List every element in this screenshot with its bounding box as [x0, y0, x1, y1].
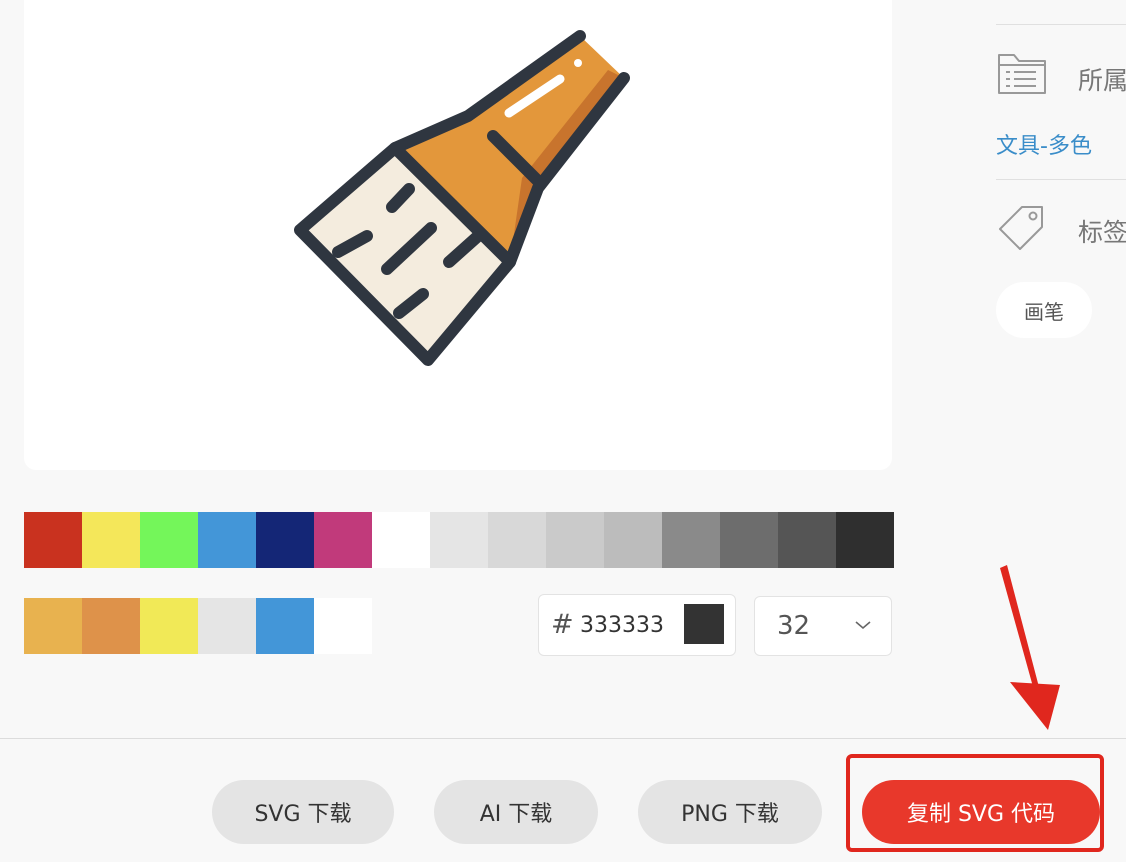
- hex-value[interactable]: 333333: [580, 613, 664, 638]
- color-swatch[interactable]: [198, 512, 256, 568]
- color-swatch[interactable]: [256, 512, 314, 568]
- color-swatch[interactable]: [778, 512, 836, 568]
- color-swatch[interactable]: [488, 512, 546, 568]
- annotation-highlight-box: [846, 754, 1104, 852]
- color-preview-swatch[interactable]: [684, 604, 724, 644]
- tag-chip[interactable]: 画笔: [996, 282, 1092, 338]
- color-swatch[interactable]: [198, 598, 256, 654]
- palette-icon-colors: [24, 598, 372, 654]
- sidebar-divider: [996, 179, 1126, 180]
- paintbrush-icon: [294, 30, 630, 366]
- color-swatch[interactable]: [604, 512, 662, 568]
- ai-download-button[interactable]: AI 下载: [434, 780, 598, 844]
- color-swatch[interactable]: [314, 598, 372, 654]
- color-swatch[interactable]: [546, 512, 604, 568]
- color-swatch[interactable]: [314, 512, 372, 568]
- category-label: 所属: [1078, 66, 1126, 95]
- sidebar-divider: [996, 24, 1126, 25]
- color-swatch[interactable]: [82, 598, 140, 654]
- color-swatch[interactable]: [140, 598, 198, 654]
- category-link[interactable]: 文具-多色: [996, 128, 1092, 160]
- palette-primary: [24, 512, 894, 568]
- footer-divider: [0, 738, 1126, 739]
- color-swatch[interactable]: [24, 512, 82, 568]
- color-swatch[interactable]: [836, 512, 894, 568]
- color-hex-input[interactable]: # 333333: [538, 594, 736, 656]
- svg-download-button[interactable]: SVG 下载: [212, 780, 394, 844]
- size-value: 32: [777, 611, 811, 641]
- color-swatch[interactable]: [662, 512, 720, 568]
- folder-list-icon: [998, 54, 1046, 94]
- color-swatch[interactable]: [82, 512, 140, 568]
- icon-preview-canvas: [24, 0, 892, 470]
- annotation-arrow-icon: [1000, 565, 1060, 730]
- size-select[interactable]: 32: [754, 596, 892, 656]
- color-swatch[interactable]: [372, 512, 430, 568]
- tag-icon: [999, 206, 1043, 250]
- chevron-down-icon: [855, 621, 871, 630]
- color-swatch[interactable]: [140, 512, 198, 568]
- png-download-button[interactable]: PNG 下载: [638, 780, 822, 844]
- color-swatch[interactable]: [24, 598, 82, 654]
- color-swatch[interactable]: [430, 512, 488, 568]
- tags-label: 标签: [1078, 218, 1126, 247]
- color-swatch[interactable]: [720, 512, 778, 568]
- color-swatch[interactable]: [256, 598, 314, 654]
- hash-symbol: #: [551, 609, 574, 640]
